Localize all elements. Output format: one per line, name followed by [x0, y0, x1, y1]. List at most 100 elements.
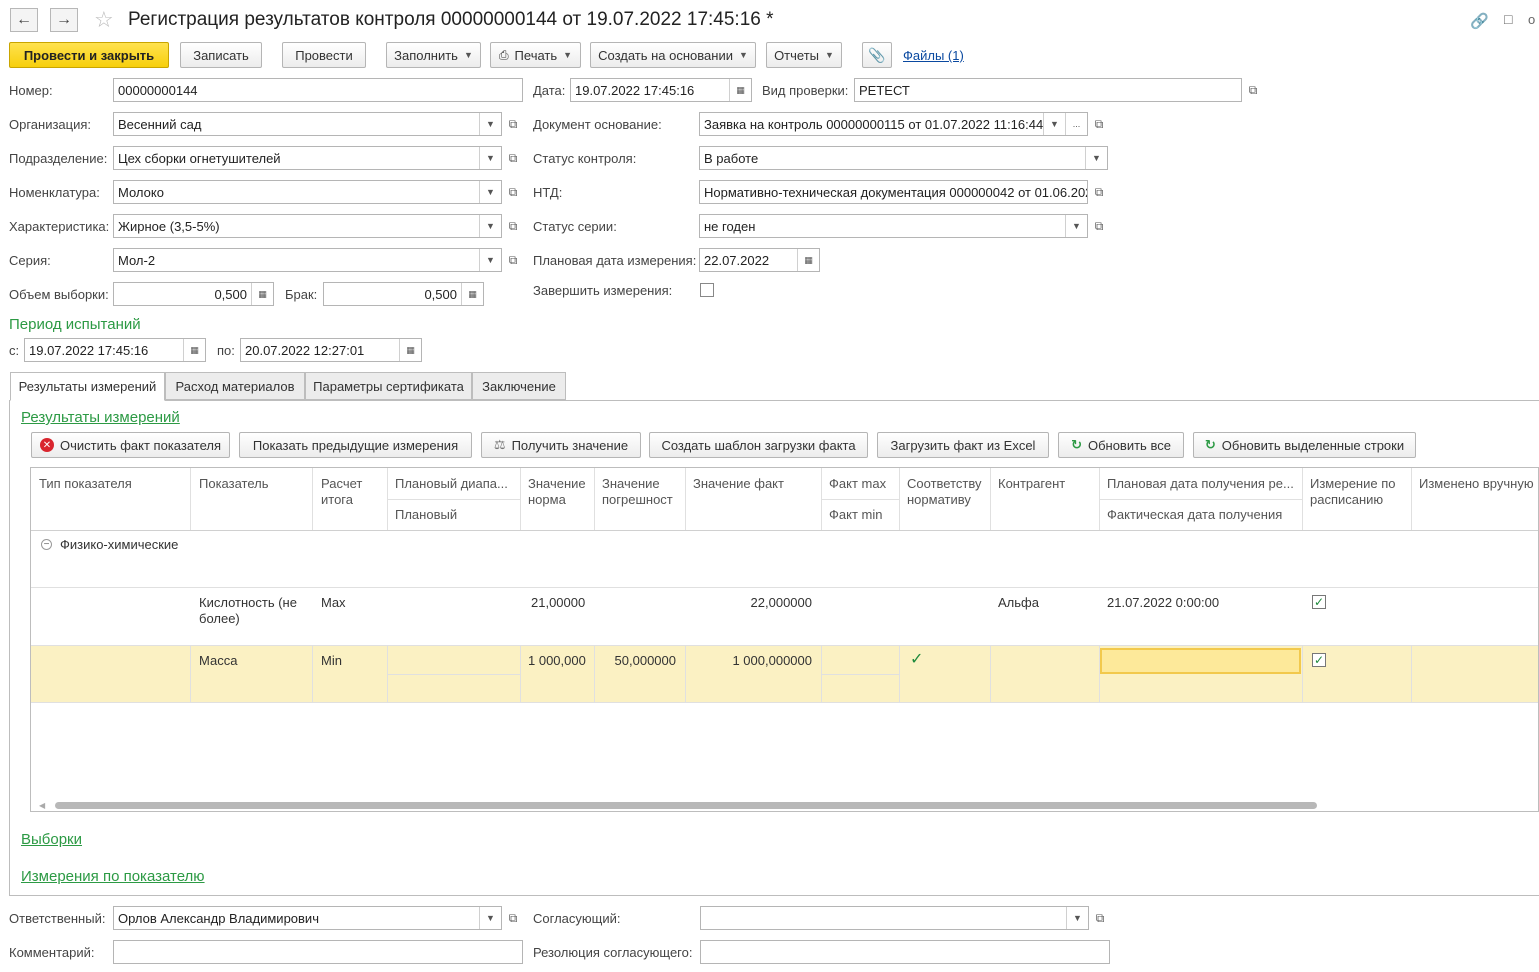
series-field[interactable]: Мол-2 ▼ — [113, 248, 502, 272]
show-previous-button[interactable]: Показать предыдущие измерения — [239, 432, 472, 458]
comment-field[interactable] — [113, 940, 523, 964]
open-icon[interactable]: ⧉ — [503, 248, 523, 272]
responsible-field[interactable]: Орлов Александр Владимирович ▼ — [113, 906, 502, 930]
plan-date-field[interactable]: 22.07.2022 ▦ — [699, 248, 820, 272]
refresh-selected-button[interactable]: ↻ Обновить выделенные строки — [1193, 432, 1416, 458]
samples-link[interactable]: Выборки — [21, 831, 82, 848]
number-field[interactable]: 00000000144 — [113, 78, 523, 102]
fill-button[interactable]: Заполнить ▼ — [386, 42, 481, 68]
to-field[interactable]: 20.07.2022 12:27:01 ▦ — [240, 338, 422, 362]
chevron-down-icon[interactable]: ▼ — [479, 147, 501, 169]
link-icon[interactable]: 🔗 — [1470, 12, 1489, 30]
star-icon[interactable]: ☆ — [94, 7, 114, 33]
col-contractor[interactable]: Контрагент — [998, 476, 1065, 492]
approver-field[interactable]: ▼ — [700, 906, 1089, 930]
col-plan-range[interactable]: Плановый диапа... — [395, 476, 508, 492]
open-icon[interactable]: ⧉ — [503, 214, 523, 238]
control-status-field[interactable]: В работе ▼ — [699, 146, 1108, 170]
open-icon[interactable]: ⧉ — [1090, 906, 1110, 930]
chevron-down-icon[interactable]: ▼ — [1065, 215, 1087, 237]
series-status-field[interactable]: не годен ▼ — [699, 214, 1088, 238]
col-compliance[interactable]: Соответству нормативу — [907, 476, 981, 508]
scroll-left-icon[interactable]: ◀ — [39, 801, 45, 810]
calculator-icon[interactable]: ▦ — [461, 283, 483, 305]
col-norm[interactable]: Значение норма — [528, 476, 586, 508]
create-template-button[interactable]: Создать шаблон загрузки факта — [649, 432, 868, 458]
tab-conclusion[interactable]: Заключение — [472, 372, 566, 400]
chevron-down-icon[interactable]: ▼ — [479, 249, 501, 271]
org-field[interactable]: Весенний сад ▼ — [113, 112, 502, 136]
refresh-all-button[interactable]: ↻ Обновить все — [1058, 432, 1184, 458]
calendar-icon[interactable]: ▦ — [183, 339, 205, 361]
col-fact-recv[interactable]: Фактическая дата получения — [1107, 507, 1282, 523]
plan-recv-cell-editor[interactable] — [1100, 648, 1301, 674]
base-doc-field[interactable]: Заявка на контроль 00000000115 от 01.07.… — [699, 112, 1088, 136]
open-icon[interactable]: ⧉ — [503, 906, 523, 930]
chevron-down-icon[interactable]: ▼ — [1066, 907, 1088, 929]
col-fact[interactable]: Значение факт — [693, 476, 784, 492]
open-icon[interactable]: ⧉ — [503, 146, 523, 170]
print-button[interactable]: ⎙ Печать ▼ — [490, 42, 581, 68]
col-plan-recv[interactable]: Плановая дата получения ре... — [1107, 476, 1294, 492]
defect-field[interactable]: 0,500 ▦ — [323, 282, 484, 306]
files-link[interactable]: Файлы (1) — [903, 48, 964, 63]
clear-fact-button[interactable]: ✕ Очистить факт показателя — [31, 432, 230, 458]
save-button[interactable]: Записать — [180, 42, 262, 68]
col-type[interactable]: Тип показателя — [39, 476, 132, 492]
open-icon[interactable]: ⧉ — [1089, 112, 1109, 136]
chevron-down-icon[interactable]: ▼ — [479, 113, 501, 135]
open-icon[interactable]: ⧉ — [1089, 214, 1109, 238]
sample-field[interactable]: 0,500 ▦ — [113, 282, 274, 306]
tab-certificate[interactable]: Параметры сертификата — [305, 372, 472, 400]
chevron-down-icon[interactable]: ▼ — [479, 907, 501, 929]
open-icon[interactable]: ⧉ — [1089, 180, 1109, 204]
open-icon[interactable]: ⧉ — [503, 180, 523, 204]
dept-field[interactable]: Цех сборки огнетушителей ▼ — [113, 146, 502, 170]
calendar-icon[interactable]: ▦ — [729, 79, 751, 101]
open-icon[interactable]: ⧉ — [503, 112, 523, 136]
col-error[interactable]: Значение погрешност — [602, 476, 673, 508]
comment-icon[interactable]: □ — [1504, 11, 1512, 27]
create-based-button[interactable]: Создать на основании ▼ — [590, 42, 756, 68]
col-manual[interactable]: Изменено вручную — [1419, 476, 1534, 492]
col-fact-max[interactable]: Факт max — [829, 476, 886, 492]
reports-button[interactable]: Отчеты ▼ — [766, 42, 842, 68]
horizontal-scrollbar[interactable] — [55, 802, 1317, 809]
calendar-icon[interactable]: ▦ — [797, 249, 819, 271]
col-fact-min[interactable]: Факт min — [829, 507, 882, 523]
results-title[interactable]: Результаты измерений — [21, 409, 180, 426]
finish-checkbox[interactable] — [700, 283, 714, 297]
scheduled-checkbox[interactable]: ✓ — [1312, 595, 1326, 609]
col-plan[interactable]: Плановый — [395, 507, 457, 523]
collapse-icon[interactable]: − — [41, 539, 52, 550]
select-icon[interactable]: ... — [1065, 113, 1087, 135]
post-and-close-button[interactable]: Провести и закрыть — [9, 42, 169, 68]
from-field[interactable]: 19.07.2022 17:45:16 ▦ — [24, 338, 206, 362]
resolution-field[interactable] — [700, 940, 1110, 964]
back-button[interactable]: ← — [10, 8, 38, 32]
more-icon[interactable]: o — [1528, 12, 1535, 27]
chevron-down-icon[interactable]: ▼ — [479, 181, 501, 203]
ntd-field[interactable]: Нормативно-техническая документация 0000… — [699, 180, 1088, 204]
tab-materials[interactable]: Расход материалов — [165, 372, 305, 400]
scheduled-checkbox[interactable]: ✓ — [1312, 653, 1326, 667]
date-field[interactable]: 19.07.2022 17:45:16 ▦ — [570, 78, 752, 102]
chevron-down-icon[interactable]: ▼ — [1085, 147, 1107, 169]
col-calc[interactable]: Расчет итога — [321, 476, 362, 508]
char-field[interactable]: Жирное (3,5-5%) ▼ — [113, 214, 502, 238]
item-field[interactable]: Молоко ▼ — [113, 180, 502, 204]
tab-results[interactable]: Результаты измерений — [10, 372, 165, 401]
post-button[interactable]: Провести — [282, 42, 366, 68]
chevron-down-icon[interactable]: ▼ — [479, 215, 501, 237]
open-icon[interactable]: ⧉ — [1243, 78, 1263, 102]
col-indicator[interactable]: Показатель — [199, 476, 269, 492]
calendar-icon[interactable]: ▦ — [399, 339, 421, 361]
get-value-button[interactable]: ⚖ Получить значение — [481, 432, 641, 458]
check-type-field[interactable]: РЕТЕСТ — [854, 78, 1242, 102]
attach-button[interactable]: 📎 — [862, 42, 892, 68]
load-excel-button[interactable]: Загрузить факт из Excel — [877, 432, 1049, 458]
calculator-icon[interactable]: ▦ — [251, 283, 273, 305]
chevron-down-icon[interactable]: ▼ — [1043, 113, 1065, 135]
col-scheduled[interactable]: Измерение по расписанию — [1310, 476, 1395, 508]
by-indicator-link[interactable]: Измерения по показателю — [21, 868, 205, 885]
